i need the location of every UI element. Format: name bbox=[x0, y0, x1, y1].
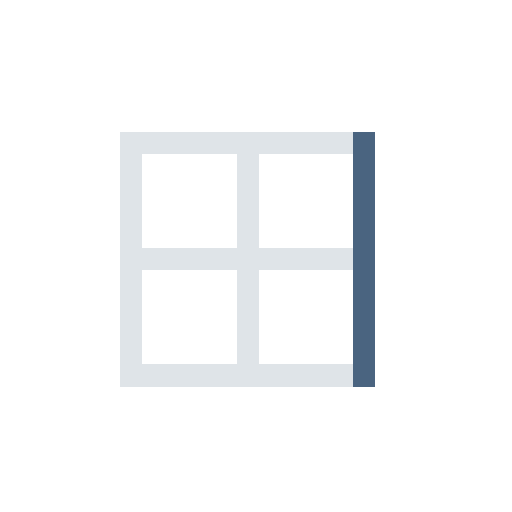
icon-canvas bbox=[0, 0, 512, 512]
border-right-icon bbox=[120, 132, 375, 387]
grid-divider-horizontal bbox=[120, 248, 354, 270]
right-border-highlight bbox=[353, 132, 375, 387]
